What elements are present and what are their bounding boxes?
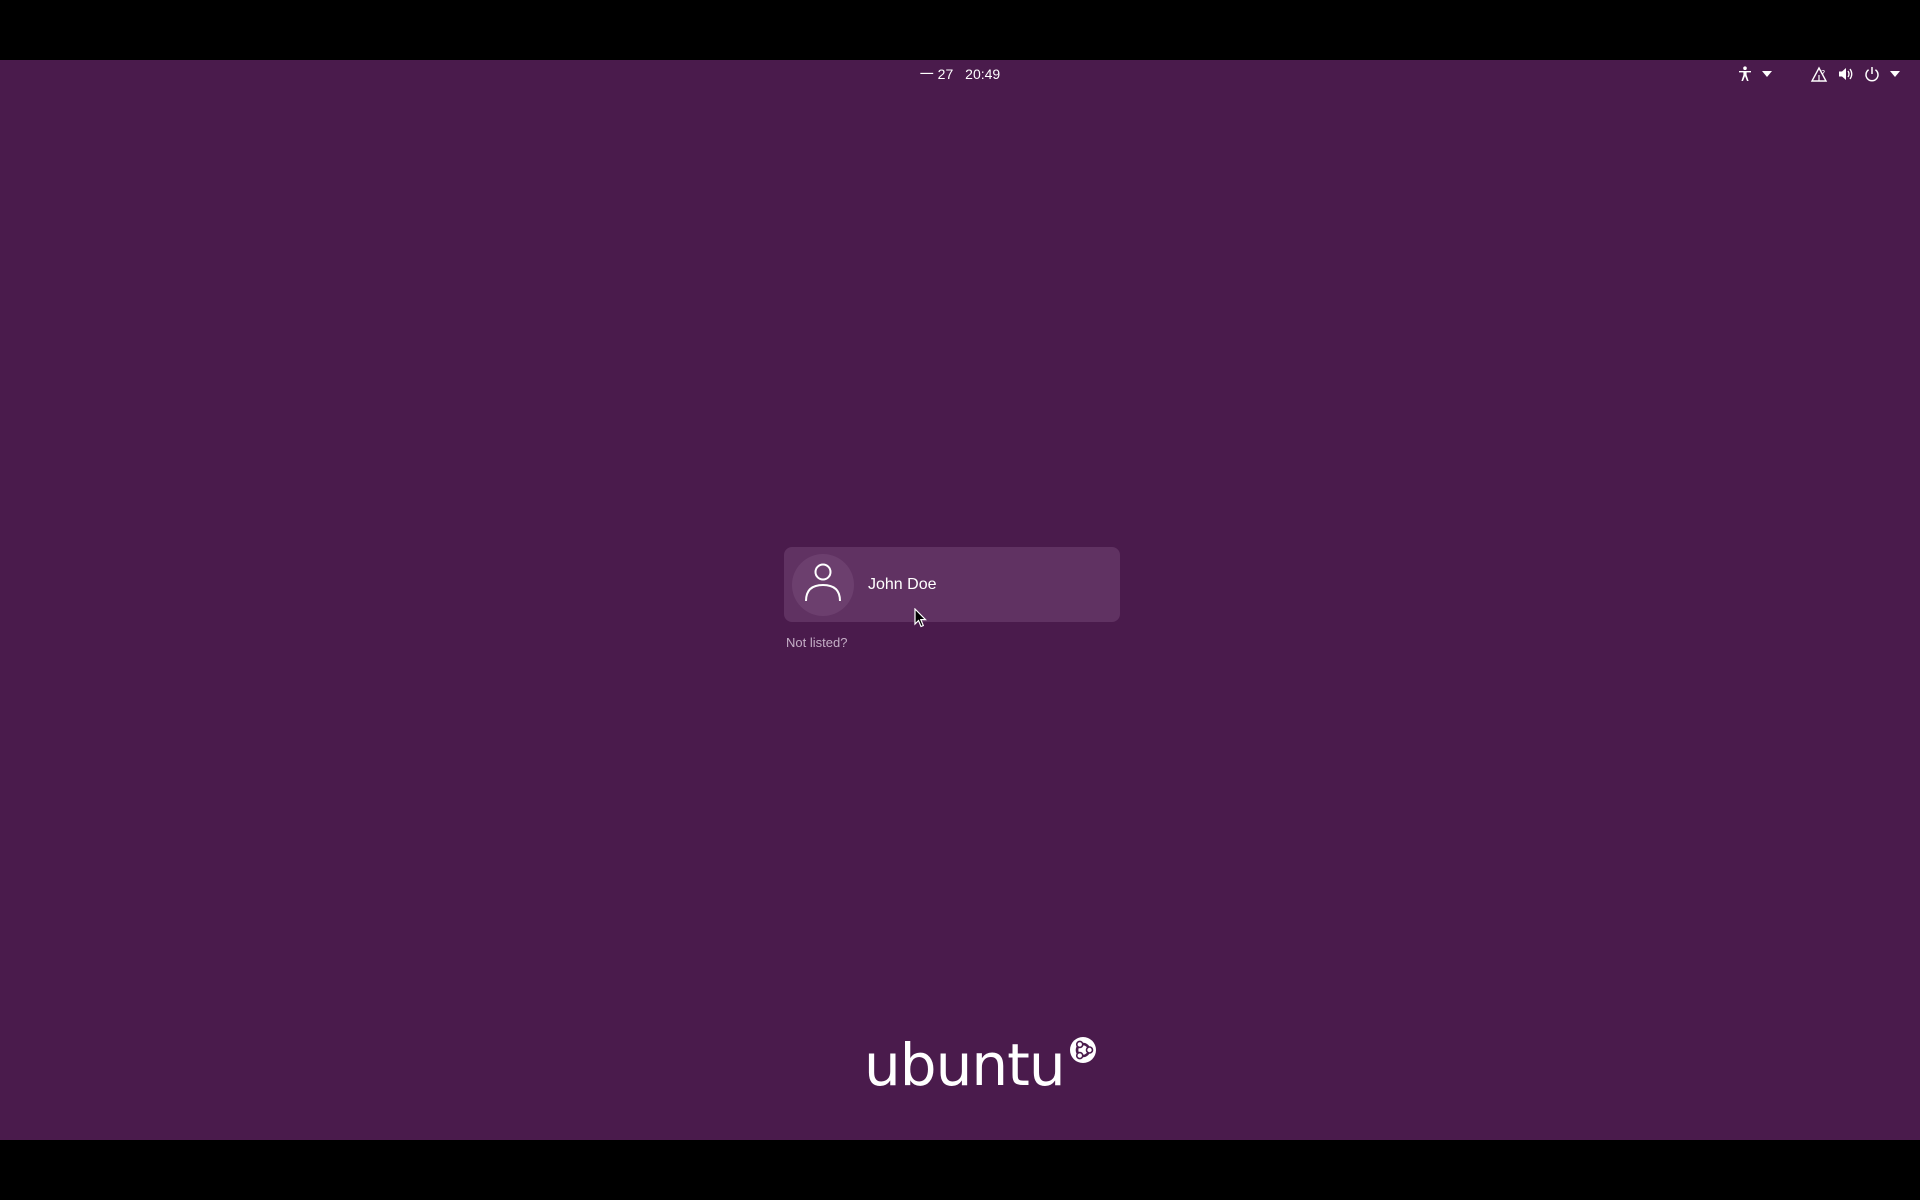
clock-date: 一 27 xyxy=(919,66,954,82)
volume-icon xyxy=(1838,66,1854,82)
chevron-down-icon xyxy=(1890,71,1900,77)
ubuntu-logo: ubuntu xyxy=(864,1036,1097,1094)
accessibility-icon xyxy=(1738,66,1752,82)
clock-time: 20:49 xyxy=(965,66,1001,82)
clock-button[interactable]: 一 27 20:49 xyxy=(912,61,1008,87)
system-tray: ? xyxy=(1732,60,1906,88)
chevron-down-icon xyxy=(1762,71,1772,77)
system-menu-button[interactable]: ? xyxy=(1804,64,1906,84)
top-bar: 一 27 20:49 ? xyxy=(0,60,1920,88)
login-screen: 一 27 20:49 ? John Doe Not listed? ubuntu xyxy=(0,60,1920,1140)
power-icon xyxy=(1864,66,1880,82)
not-listed-link[interactable]: Not listed? xyxy=(786,635,847,650)
user-avatar-icon xyxy=(803,561,843,608)
user-list-item[interactable]: John Doe xyxy=(784,547,1120,622)
network-icon: ? xyxy=(1810,66,1828,82)
logo-text: ubuntu xyxy=(864,1031,1066,1099)
circle-of-friends-icon xyxy=(1069,1036,1097,1069)
user-name: John Doe xyxy=(868,575,937,593)
avatar xyxy=(792,553,854,616)
clock: 一 27 20:49 xyxy=(0,60,1920,88)
accessibility-menu-button[interactable] xyxy=(1732,64,1778,84)
svg-text:?: ? xyxy=(1821,69,1825,78)
mouse-cursor-icon xyxy=(914,607,928,633)
